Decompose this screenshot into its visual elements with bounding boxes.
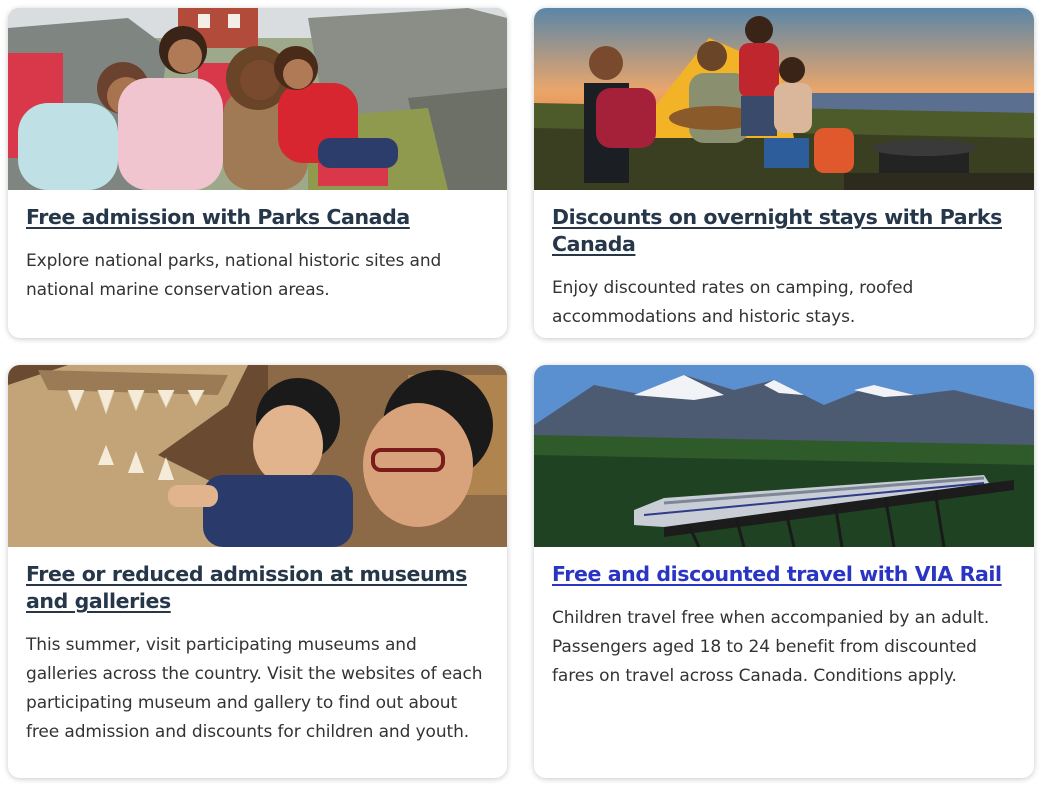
card-overnight-stays: Discounts on overnight stays with Parks … [534,8,1034,338]
museum-photo [8,365,507,547]
family-photo [8,8,507,190]
card-parks-admission: Free admission with Parks Canada Explore… [8,8,507,338]
train-photo [534,365,1034,547]
card-title-link[interactable]: Free admission with Parks Canada [26,204,489,231]
card-title-link[interactable]: Discounts on overnight stays with Parks … [552,204,1016,258]
card-grid: Free admission with Parks Canada Explore… [0,0,1044,792]
camping-photo [534,8,1034,190]
card-description: Children travel free when accompanied by… [552,608,990,686]
card-description: Enjoy discounted rates on camping, roofe… [552,278,914,327]
card-description: Explore national parks, national histori… [26,251,442,300]
card-title-link[interactable]: Free and discounted travel with VIA Rail [552,561,1016,588]
card-description: This summer, visit participating museums… [26,635,483,742]
card-museums-galleries: Free or reduced admission at museums and… [8,365,507,778]
card-title-link[interactable]: Free or reduced admission at museums and… [26,561,489,615]
card-via-rail: Free and discounted travel with VIA Rail… [534,365,1034,778]
